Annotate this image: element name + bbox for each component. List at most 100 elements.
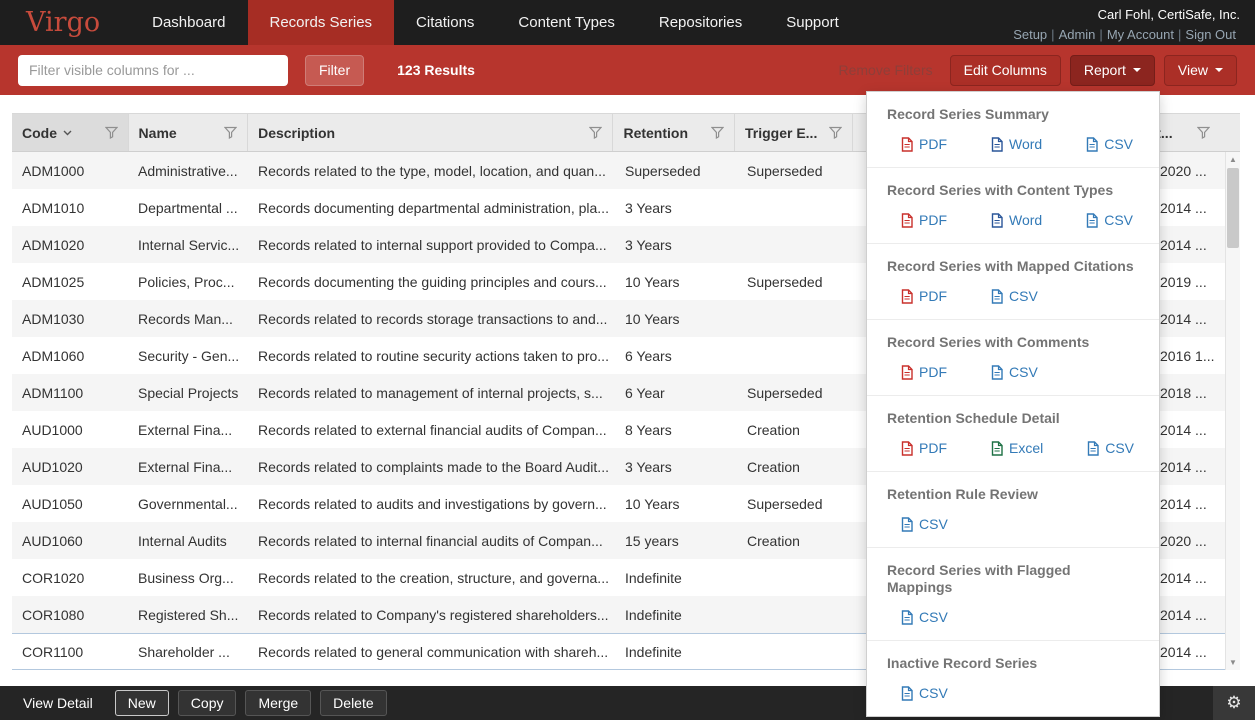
edit-columns-button[interactable]: Edit Columns bbox=[950, 55, 1061, 86]
cell-code: AUD1050 bbox=[12, 496, 128, 512]
report-link-csv[interactable]: CSV bbox=[901, 516, 948, 532]
pdf-file-icon bbox=[901, 289, 913, 304]
nav-item-content-types[interactable]: Content Types bbox=[496, 0, 636, 45]
cell-updated: 2014 ... bbox=[1150, 570, 1225, 586]
report-link-label: PDF bbox=[919, 212, 947, 228]
nav-item-dashboard[interactable]: Dashboard bbox=[130, 0, 247, 45]
column-header-name[interactable]: Name bbox=[128, 114, 248, 151]
copy-button[interactable]: Copy bbox=[178, 690, 237, 716]
report-section-title: Record Series with Mapped Citations bbox=[887, 258, 1139, 275]
nav-item-support[interactable]: Support bbox=[764, 0, 861, 45]
cell-retention: 3 Years bbox=[615, 459, 737, 475]
report-link-pdf[interactable]: PDF bbox=[901, 364, 947, 380]
cell-description: Records related to external financial au… bbox=[248, 422, 615, 438]
cell-description: Records documenting departmental adminis… bbox=[248, 200, 615, 216]
report-link-csv[interactable]: CSV bbox=[1087, 440, 1134, 456]
report-link-pdf[interactable]: PDF bbox=[901, 288, 947, 304]
cell-name: Departmental ... bbox=[128, 200, 248, 216]
cell-retention: 6 Year bbox=[615, 385, 737, 401]
report-link-csv[interactable]: CSV bbox=[1086, 136, 1133, 152]
cell-description: Records related to Company's registered … bbox=[248, 607, 615, 623]
delete-button[interactable]: Delete bbox=[320, 690, 386, 716]
cell-updated: 2016 1... bbox=[1150, 348, 1225, 364]
vertical-scrollbar[interactable]: ▲ ▼ bbox=[1225, 152, 1240, 670]
nav-item-records-series[interactable]: Records Series bbox=[248, 0, 395, 45]
cell-updated: 2014 ... bbox=[1150, 200, 1225, 216]
filter-funnel-icon[interactable] bbox=[1191, 126, 1210, 139]
cell-code: AUD1000 bbox=[12, 422, 128, 438]
filter-funnel-icon[interactable] bbox=[99, 126, 118, 139]
report-link-label: CSV bbox=[1009, 364, 1038, 380]
filter-input[interactable] bbox=[18, 55, 288, 86]
pdf-file-icon bbox=[901, 137, 913, 152]
pdf-file-icon bbox=[901, 365, 913, 380]
scrollbar-up-arrow-icon[interactable]: ▲ bbox=[1226, 152, 1240, 167]
cell-trigger: Creation bbox=[737, 459, 855, 475]
report-section-links: CSV bbox=[901, 516, 1139, 532]
cell-updated: 2014 ... bbox=[1150, 496, 1225, 512]
csv-file-icon bbox=[991, 289, 1003, 304]
report-link-csv[interactable]: CSV bbox=[901, 609, 948, 625]
excel-file-icon bbox=[991, 441, 1003, 456]
report-link-csv[interactable]: CSV bbox=[991, 364, 1038, 380]
column-header-trigger[interactable]: Trigger E... bbox=[734, 114, 852, 151]
csv-file-icon bbox=[901, 517, 913, 532]
report-link-excel[interactable]: Excel bbox=[991, 440, 1043, 456]
view-detail-button[interactable]: View Detail bbox=[10, 690, 106, 716]
cell-code: ADM1025 bbox=[12, 274, 128, 290]
csv-file-icon bbox=[1087, 441, 1099, 456]
cell-code: COR1080 bbox=[12, 607, 128, 623]
report-link-csv[interactable]: CSV bbox=[1086, 212, 1133, 228]
user-link-my-account[interactable]: My Account bbox=[1103, 27, 1178, 42]
caret-down-icon bbox=[1215, 68, 1223, 72]
app-logo[interactable]: Virgo bbox=[0, 0, 130, 45]
cell-name: Policies, Proc... bbox=[128, 274, 248, 290]
report-link-csv[interactable]: CSV bbox=[901, 685, 948, 701]
cell-trigger: Superseded bbox=[737, 385, 855, 401]
column-header-retention[interactable]: Retention bbox=[612, 114, 734, 151]
report-dropdown-button[interactable]: Report bbox=[1070, 55, 1155, 86]
filter-funnel-icon[interactable] bbox=[583, 126, 602, 139]
filter-button[interactable]: Filter bbox=[305, 55, 364, 86]
scrollbar-down-arrow-icon[interactable]: ▼ bbox=[1226, 655, 1240, 670]
view-dropdown-button[interactable]: View bbox=[1164, 55, 1237, 86]
filter-funnel-icon[interactable] bbox=[705, 126, 724, 139]
nav-item-citations[interactable]: Citations bbox=[394, 0, 496, 45]
cell-retention: 8 Years bbox=[615, 422, 737, 438]
cell-description: Records related to audits and investigat… bbox=[248, 496, 615, 512]
gear-icon: ⚙ bbox=[1226, 693, 1241, 713]
main-nav: DashboardRecords SeriesCitationsContent … bbox=[130, 0, 861, 45]
report-link-label: CSV bbox=[919, 516, 948, 532]
report-link-csv[interactable]: CSV bbox=[991, 288, 1038, 304]
user-link-sign-out[interactable]: Sign Out bbox=[1181, 27, 1240, 42]
column-label-name: Name bbox=[139, 125, 177, 141]
cell-code: COR1020 bbox=[12, 570, 128, 586]
merge-button[interactable]: Merge bbox=[245, 690, 311, 716]
remove-filters-button[interactable]: Remove Filters bbox=[838, 62, 932, 78]
scrollbar-thumb[interactable] bbox=[1227, 168, 1239, 248]
settings-gear-button[interactable]: ⚙ bbox=[1213, 686, 1255, 720]
nav-item-repositories[interactable]: Repositories bbox=[637, 0, 764, 45]
cell-description: Records related to the creation, structu… bbox=[248, 570, 615, 586]
cell-updated: 2014 ... bbox=[1150, 644, 1225, 660]
column-header-code[interactable]: Code bbox=[12, 114, 128, 151]
column-header-description[interactable]: Description bbox=[247, 114, 612, 151]
filter-funnel-icon[interactable] bbox=[823, 126, 842, 139]
report-section-links: PDF CSV bbox=[901, 364, 1139, 380]
cell-retention: 15 years bbox=[615, 533, 737, 549]
filter-funnel-icon[interactable] bbox=[218, 126, 237, 139]
report-link-label: PDF bbox=[919, 440, 947, 456]
report-link-pdf[interactable]: PDF bbox=[901, 440, 947, 456]
report-link-word[interactable]: Word bbox=[991, 136, 1042, 152]
user-link-setup[interactable]: Setup bbox=[1009, 27, 1051, 42]
pdf-file-icon bbox=[901, 441, 913, 456]
report-link-pdf[interactable]: PDF bbox=[901, 136, 947, 152]
cell-name: Records Man... bbox=[128, 311, 248, 327]
column-label-code: Code bbox=[22, 125, 57, 141]
cell-trigger: Superseded bbox=[737, 496, 855, 512]
new-button[interactable]: New bbox=[115, 690, 169, 716]
report-link-pdf[interactable]: PDF bbox=[901, 212, 947, 228]
report-link-word[interactable]: Word bbox=[991, 212, 1042, 228]
csv-file-icon bbox=[901, 610, 913, 625]
user-link-admin[interactable]: Admin bbox=[1055, 27, 1100, 42]
